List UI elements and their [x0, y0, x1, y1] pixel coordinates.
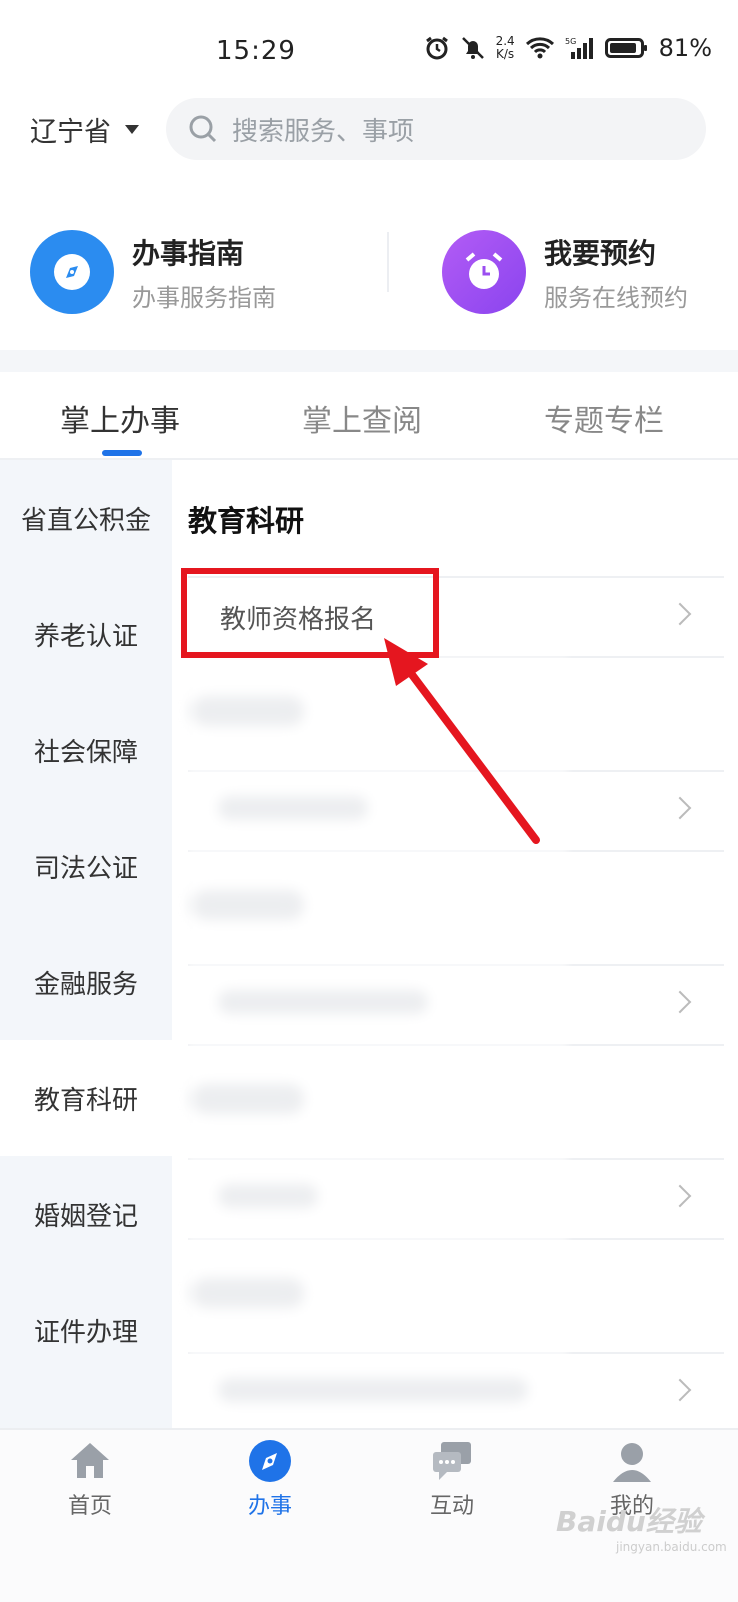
- guide-entry[interactable]: 办事指南 办事服务指南: [30, 228, 276, 316]
- status-icons: 2.4 K/s 5G 81%: [424, 34, 712, 62]
- section-gap: [0, 350, 738, 372]
- appointment-title: 我要预约: [544, 236, 657, 270]
- region-label: 辽宁省: [30, 117, 111, 148]
- status-bar: 15:29 2.4 K/s 5G 81%: [0, 0, 738, 90]
- nav-home-label: 首页: [67, 1494, 112, 1519]
- section-title: 教育科研: [188, 504, 305, 538]
- chevron-right-icon: [668, 1184, 692, 1208]
- wifi-icon: [525, 37, 554, 59]
- sidebar-item-finance[interactable]: 金融服务: [0, 924, 172, 1040]
- nav-interaction-label: 互动: [429, 1494, 474, 1519]
- battery-level: 81%: [658, 34, 712, 62]
- chevron-right-icon: [668, 990, 692, 1014]
- sidebar-item-pension-auth[interactable]: 养老认证: [0, 576, 172, 692]
- chevron-right-icon: [668, 602, 692, 626]
- nav-interaction[interactable]: 互动: [382, 1438, 522, 1520]
- alarm-clock-icon: [442, 230, 526, 314]
- annotation-arrow-icon: [384, 638, 540, 844]
- chat-icon: [433, 1442, 471, 1480]
- compass-icon: [249, 1440, 291, 1482]
- mute-bell-icon: [461, 37, 484, 59]
- search-input[interactable]: 搜索服务、事项: [166, 98, 706, 160]
- nav-home[interactable]: 首页: [20, 1438, 160, 1520]
- sidebar-item-marriage[interactable]: 婚姻登记: [0, 1156, 172, 1272]
- status-time: 15:29: [216, 36, 296, 66]
- guide-title: 办事指南: [132, 236, 245, 270]
- sidebar-item-certificates[interactable]: 证件办理: [0, 1272, 172, 1388]
- sidebar-item-social-security[interactable]: 社会保障: [0, 692, 172, 808]
- search-icon: [189, 115, 217, 143]
- caret-down-icon: [125, 125, 139, 134]
- chevron-right-icon: [668, 1378, 692, 1402]
- alarm-icon: [425, 36, 448, 60]
- sidebar-item-housing-fund[interactable]: 省直公积金: [0, 460, 172, 576]
- compass-icon: [30, 230, 114, 314]
- appointment-subtitle: 服务在线预约: [544, 283, 688, 312]
- svg-text:5G: 5G: [565, 37, 576, 46]
- nav-services-label: 办事: [247, 1494, 292, 1519]
- tab-handheld-services[interactable]: 掌上办事: [60, 396, 180, 440]
- tab-handheld-lookup[interactable]: 掌上查阅: [302, 396, 422, 440]
- chevron-right-icon: [668, 796, 692, 820]
- home-icon: [71, 1443, 109, 1478]
- net-speed: 2.4 K/s: [495, 34, 515, 61]
- divider: [387, 232, 389, 292]
- category-sidebar: 省直公积金 养老认证 社会保障 司法公证 金融服务 教育科研 婚姻登记 证件办理: [0, 460, 172, 1430]
- battery-icon: [604, 38, 647, 58]
- appointment-entry[interactable]: 我要预约 服务在线预约: [442, 228, 688, 316]
- tab-bar: 掌上办事 掌上查阅 专题专栏: [0, 372, 738, 460]
- active-tab-indicator: [102, 450, 142, 456]
- region-selector[interactable]: 辽宁省: [30, 110, 139, 149]
- search-placeholder: 搜索服务、事项: [232, 116, 415, 147]
- cellular-signal-icon: 5G: [565, 37, 593, 59]
- user-icon: [613, 1443, 651, 1482]
- guide-subtitle: 办事服务指南: [132, 283, 276, 312]
- nav-services[interactable]: 办事: [200, 1438, 340, 1520]
- sidebar-item-education[interactable]: 教育科研: [0, 1040, 172, 1156]
- watermark: Baidu经验 jingyan.baidu.com: [556, 1505, 727, 1554]
- sidebar-item-notary[interactable]: 司法公证: [0, 808, 172, 924]
- tab-special-topics[interactable]: 专题专栏: [544, 396, 664, 440]
